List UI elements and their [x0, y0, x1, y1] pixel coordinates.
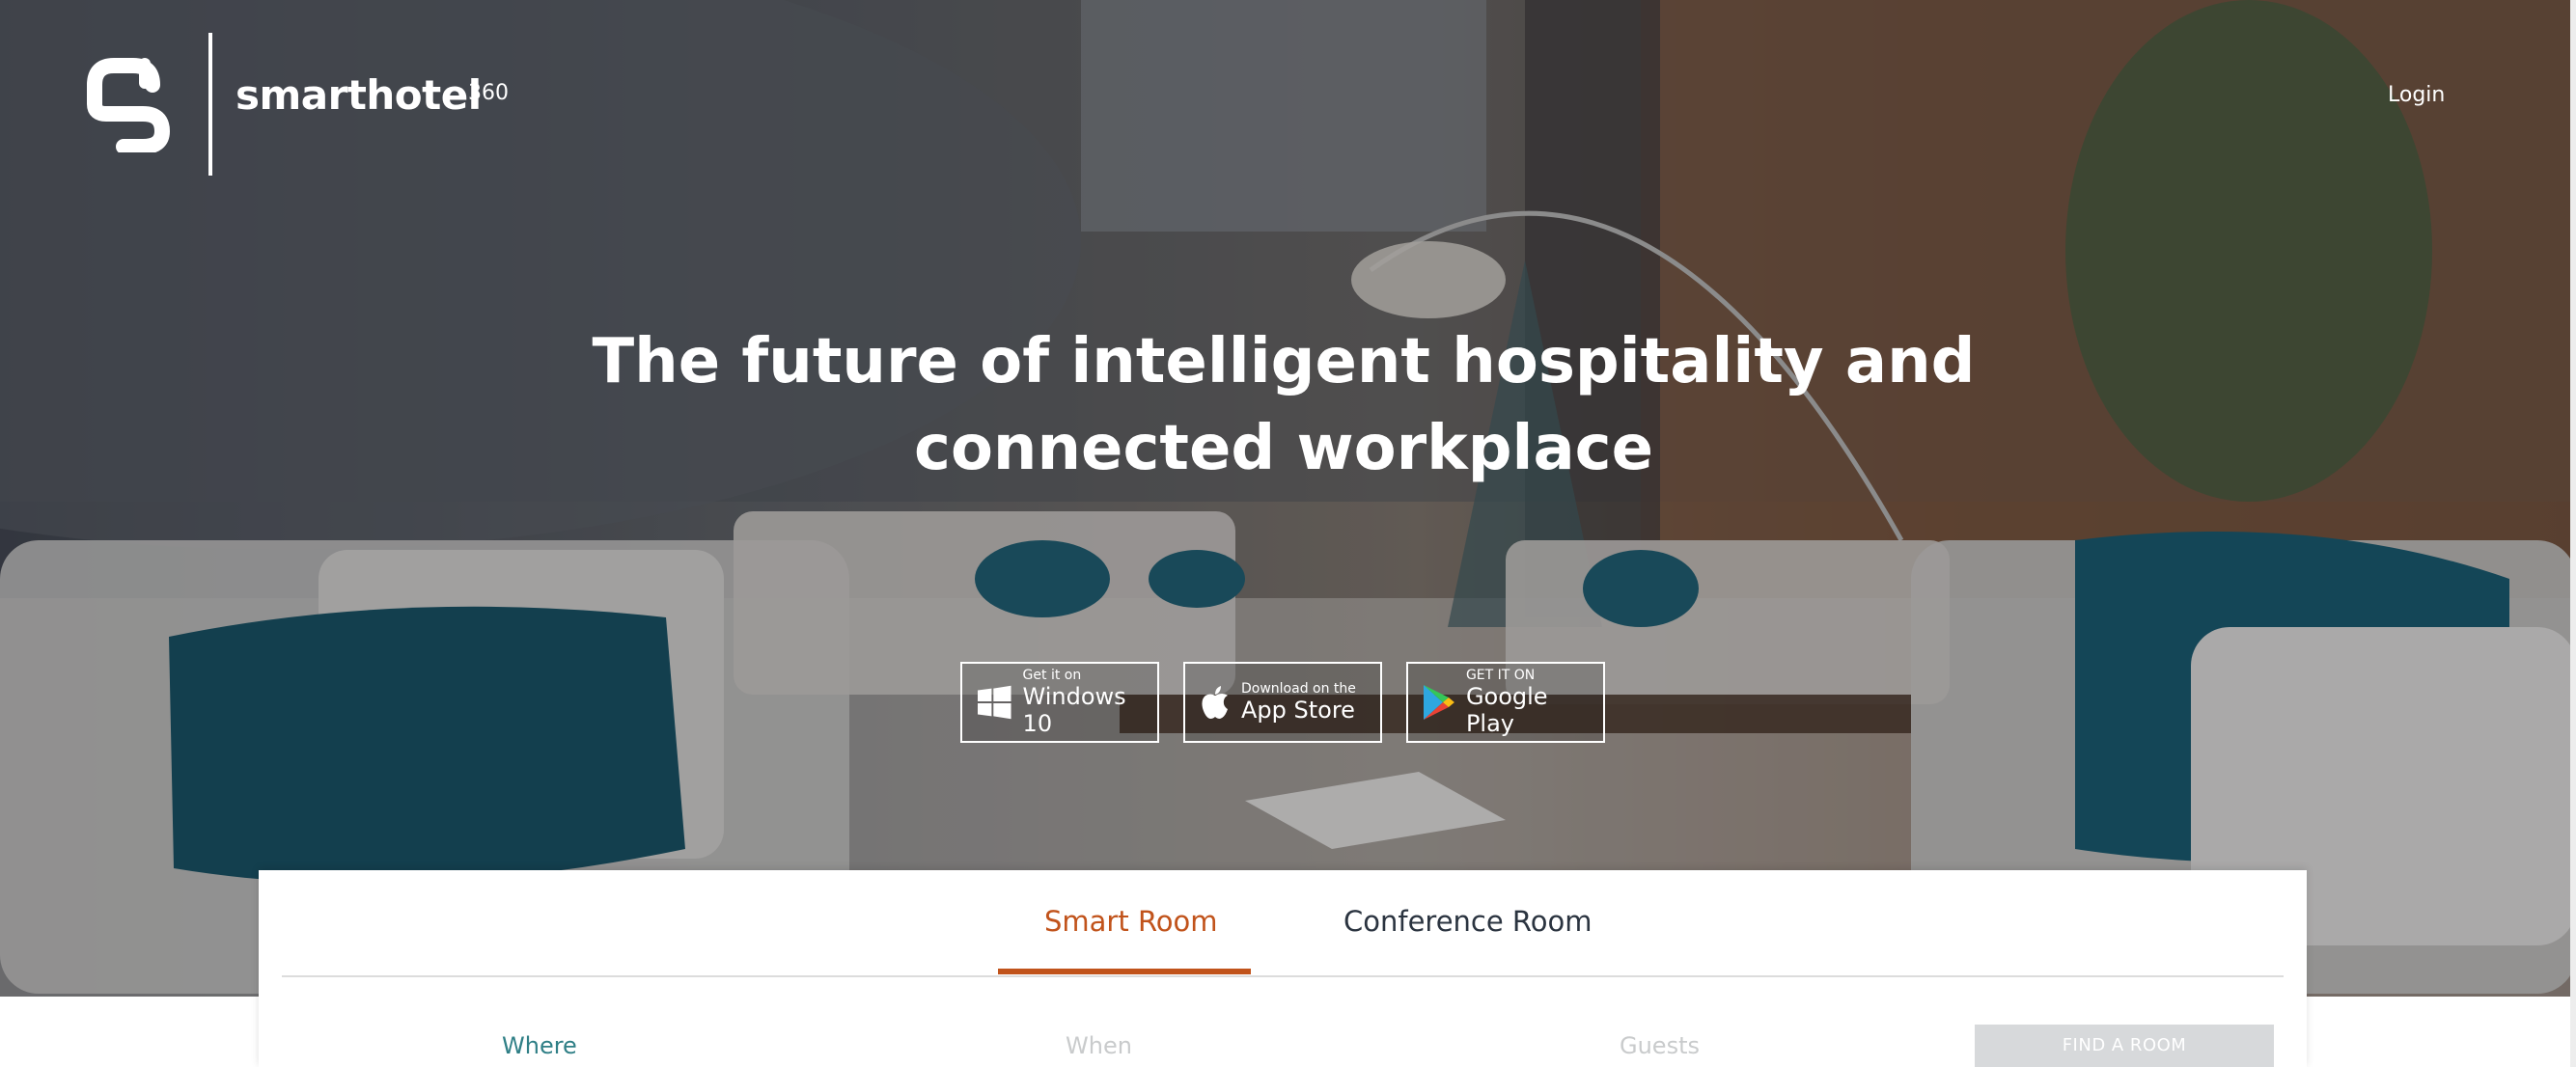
tabs-divider: [282, 975, 2284, 977]
store-button-small-text: Get it on: [1022, 668, 1082, 683]
apple-icon: [1202, 686, 1228, 719]
guests-field[interactable]: Guests: [1620, 1032, 1700, 1059]
hero-section: smarthotel 360 Login The future of intel…: [0, 0, 2576, 997]
where-field[interactable]: Where: [502, 1032, 577, 1059]
store-button-big-text: Google Play: [1465, 683, 1548, 737]
store-button-small-text: GET IT ON: [1465, 668, 1536, 683]
tab-smart-room[interactable]: Smart Room: [1044, 905, 1218, 938]
google-play-icon: [1424, 685, 1454, 720]
google-play-button[interactable]: GET IT ON Google Play: [1406, 662, 1605, 743]
windows-icon: [978, 685, 1011, 720]
hero-overlay: [0, 0, 2576, 997]
when-field[interactable]: When: [1066, 1032, 1132, 1059]
store-button-big-text: Windows 10: [1022, 683, 1126, 737]
store-button-big-text: App Store: [1241, 697, 1355, 724]
tab-conference-room[interactable]: Conference Room: [1343, 905, 1593, 938]
windows-store-button[interactable]: Get it on Windows 10: [960, 662, 1159, 743]
find-room-button[interactable]: FIND A ROOM: [1975, 1025, 2274, 1067]
smarthotel-logo-icon[interactable]: [85, 56, 174, 152]
room-search-card: Smart Room Conference Room Where When Gu…: [259, 870, 2307, 1067]
page-scrollbar[interactable]: [2570, 0, 2576, 1067]
logo-divider: [208, 33, 212, 176]
store-button-small-text: Download on the: [1241, 681, 1356, 697]
brand-name[interactable]: smarthotel: [235, 71, 482, 119]
app-store-button[interactable]: Download on the App Store: [1183, 662, 1382, 743]
active-tab-indicator: [998, 969, 1251, 974]
brand-suffix: 360: [468, 81, 509, 105]
login-link[interactable]: Login: [2388, 83, 2445, 107]
hero-headline: The future of intelligent hospitality an…: [592, 326, 1976, 484]
